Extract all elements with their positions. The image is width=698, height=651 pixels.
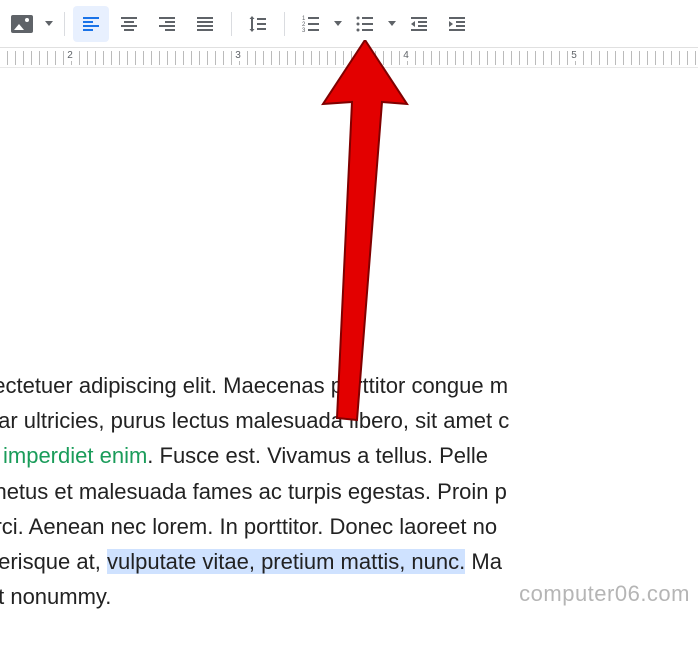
- line-spacing-button[interactable]: [240, 6, 276, 42]
- align-right-button[interactable]: [149, 6, 185, 42]
- text-line: rra imperdiet enim. Fusce est. Vivamus a…: [0, 438, 698, 473]
- ruler-tick-label: 3: [233, 50, 243, 61]
- toolbar-separator: [64, 12, 65, 36]
- decrease-indent-button[interactable]: [401, 6, 437, 42]
- numbered-list-button[interactable]: 1 2 3: [293, 6, 329, 42]
- decrease-indent-icon: [409, 14, 429, 34]
- align-left-icon: [81, 14, 101, 34]
- line-spacing-icon: [248, 14, 268, 34]
- insert-image-button[interactable]: [4, 6, 40, 42]
- text-line: t orci. Aenean nec lorem. In porttitor. …: [0, 509, 698, 544]
- insert-image-dropdown[interactable]: [42, 21, 56, 26]
- bulleted-list-button[interactable]: [347, 6, 383, 42]
- ruler-tick-label: 4: [401, 50, 411, 61]
- ruler-track: [0, 51, 698, 65]
- toolbar: 1 2 3: [0, 0, 698, 48]
- document-body[interactable]: nsectetuer adipiscing elit. Maecenas por…: [0, 68, 698, 614]
- align-center-icon: [119, 14, 139, 34]
- watermark-text: computer06.com: [519, 581, 690, 607]
- text-line: nsectetuer adipiscing elit. Maecenas por…: [0, 368, 698, 403]
- ruler-tick-label: 2: [65, 50, 75, 61]
- align-justify-icon: [195, 14, 215, 34]
- align-left-button[interactable]: [73, 6, 109, 42]
- increase-indent-icon: [447, 14, 467, 34]
- bulleted-list-icon: [355, 14, 375, 34]
- hyperlink-text[interactable]: rra imperdiet enim: [0, 443, 147, 468]
- numbered-list-icon: 1 2 3: [301, 14, 321, 34]
- text-line: et netus et malesuada fames ac turpis eg…: [0, 474, 698, 509]
- increase-indent-button[interactable]: [439, 6, 475, 42]
- image-icon: [11, 15, 33, 33]
- ruler-tick-label: 5: [569, 50, 579, 61]
- ruler[interactable]: 2 3 4 5: [0, 48, 698, 68]
- align-center-button[interactable]: [111, 6, 147, 42]
- svg-text:3: 3: [302, 28, 306, 34]
- bulleted-list-dropdown[interactable]: [385, 21, 399, 26]
- selected-text: vulputate vitae, pretium mattis, nunc.: [107, 549, 465, 574]
- align-right-icon: [157, 14, 177, 34]
- toolbar-separator: [231, 12, 232, 36]
- numbered-list-dropdown[interactable]: [331, 21, 345, 26]
- text-line: vinar ultricies, purus lectus malesuada …: [0, 403, 698, 438]
- toolbar-separator: [284, 12, 285, 36]
- align-justify-button[interactable]: [187, 6, 223, 42]
- text-line: celerisque at, vulputate vitae, pretium …: [0, 544, 698, 579]
